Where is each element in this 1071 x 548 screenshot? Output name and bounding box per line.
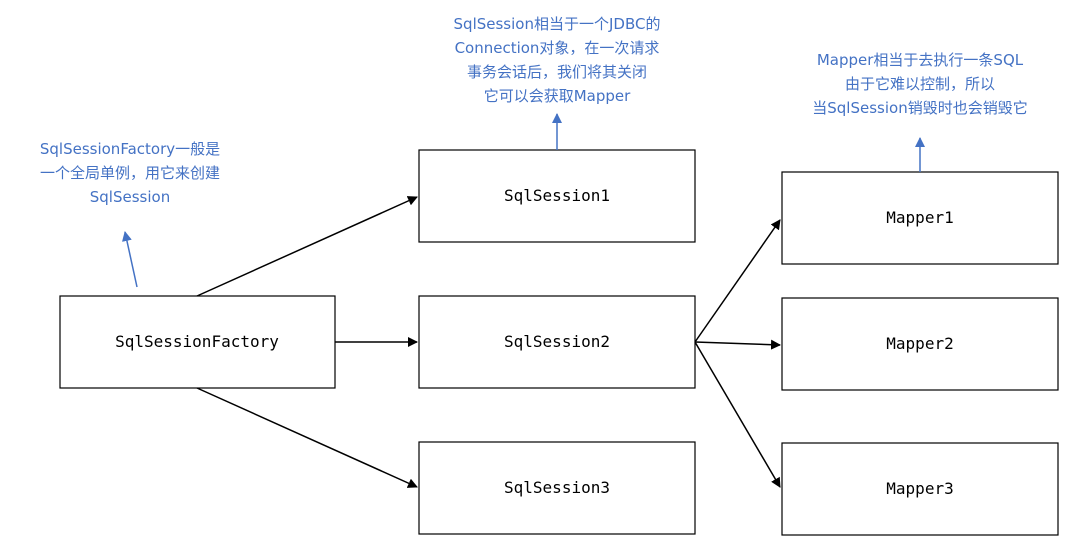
session1-label: SqlSession1 [504,186,610,205]
factory-note-line: SqlSession [89,188,171,206]
mapper1-node: Mapper1 [781,171,1059,265]
arrow-session2-to-mapper1 [694,219,781,343]
session-note-line: SqlSession相当于一个JDBC的 [453,15,661,33]
pointer-factory-note [122,231,138,288]
mapper2-node: Mapper2 [781,297,1059,391]
session2-label: SqlSession2 [504,332,610,351]
session-note-line: 它可以会获取Mapper [483,87,631,105]
mapper-note-line: 当SqlSession销毁时也会销毁它 [812,99,1028,117]
session-note: SqlSession相当于一个JDBC的 Connection对象，在一次请求 … [417,12,697,108]
mapper-note: Mapper相当于去执行一条SQL 由于它难以控制，所以 当SqlSession… [775,48,1065,120]
arrow-factory-to-session3 [196,387,418,488]
mapper-note-line: Mapper相当于去执行一条SQL [816,51,1024,69]
mapper2-label: Mapper2 [886,334,953,353]
session-note-line: 事务会话后，我们将其关闭 [466,63,647,81]
factory-note-line: 一个全局单例，用它来创建 [39,164,220,182]
session3-node: SqlSession3 [418,441,696,535]
arrow-session2-to-mapper2 [694,339,781,350]
mapper-note-line: 由于它难以控制，所以 [844,75,995,93]
session1-node: SqlSession1 [418,149,696,243]
mapper3-label: Mapper3 [886,479,953,498]
factory-label: SqlSessionFactory [115,332,279,351]
session-note-line: Connection对象，在一次请求 [454,39,660,57]
factory-note: SqlSessionFactory一般是 一个全局单例，用它来创建 SqlSes… [0,137,260,209]
factory-node: SqlSessionFactory [59,295,336,389]
session3-label: SqlSession3 [504,478,610,497]
mapper1-label: Mapper1 [886,208,953,227]
arrow-session2-to-mapper3 [694,341,781,488]
mapper3-node: Mapper3 [781,442,1059,536]
session2-node: SqlSession2 [418,295,696,389]
factory-note-line: SqlSessionFactory一般是 [39,140,221,158]
arrow-factory-to-session1 [196,196,418,297]
